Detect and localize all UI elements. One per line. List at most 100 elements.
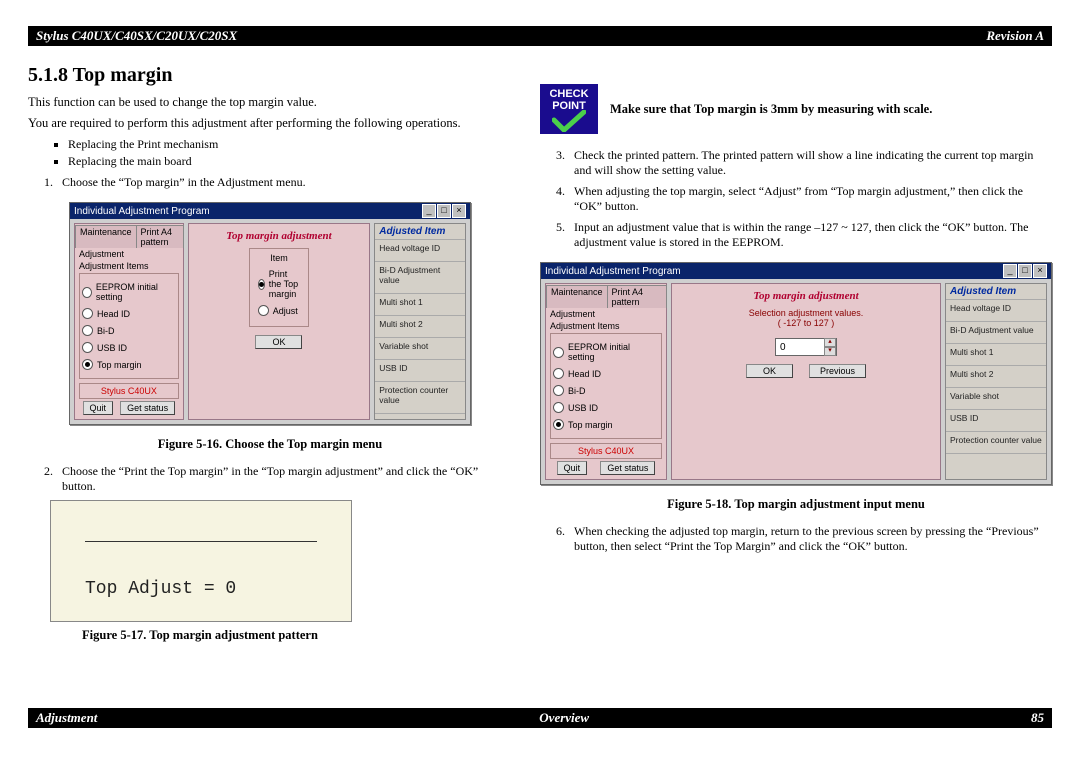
- adjustment-label: Adjustment: [79, 249, 183, 259]
- step-5: Input an adjustment value that is within…: [568, 220, 1052, 250]
- step-2: Choose the “Print the Top margin” in the…: [56, 464, 512, 494]
- tab-maintenance[interactable]: Maintenance: [75, 225, 137, 248]
- adjusted-item-title: Adjusted Item: [375, 224, 465, 240]
- model-label: Stylus C40UX: [550, 443, 662, 459]
- page-header: Stylus C40UX/C40SX/C20UX/C20SX Revision …: [28, 26, 1052, 46]
- step-6: When checking the adjusted top margin, r…: [568, 524, 1052, 554]
- adjusted-item: Multi shot 1: [375, 294, 465, 316]
- adjusted-item: Bi-D Adjustment value: [375, 262, 465, 294]
- prereq-item: Replacing the main board: [68, 154, 512, 169]
- check-point-badge: CHECK POINT: [540, 84, 598, 134]
- item-label: Item: [258, 253, 301, 263]
- maximize-icon[interactable]: □: [437, 204, 451, 218]
- step-4: When adjusting the top margin, select “A…: [568, 184, 1052, 214]
- spinner-up-icon[interactable]: ▴: [824, 338, 836, 347]
- radio-usb-id[interactable]: USB ID: [82, 342, 176, 353]
- tab-print-a4[interactable]: Print A4 pattern: [136, 225, 184, 248]
- check-point-label-1: CHECK: [549, 88, 588, 100]
- adjusted-item: Multi shot 2: [375, 316, 465, 338]
- left-panel: Maintenance Print A4 pattern Adjustment …: [545, 283, 667, 480]
- figure-18-screenshot: Individual Adjustment Program _ □ × Main…: [540, 262, 1052, 485]
- radio-top-margin[interactable]: Top margin: [553, 419, 659, 430]
- quit-button[interactable]: Quit: [557, 461, 588, 475]
- close-icon[interactable]: ×: [1033, 264, 1047, 278]
- quit-button[interactable]: Quit: [83, 401, 114, 415]
- adjusted-item: Head voltage ID: [375, 240, 465, 262]
- check-point-text: Make sure that Top margin is 3mm by meas…: [610, 102, 932, 117]
- figure-17-caption: Figure 5-17. Top margin adjustment patte…: [28, 628, 372, 643]
- printed-text: Top Adjust = 0: [85, 579, 236, 599]
- section-heading: 5.1.8 Top margin: [28, 64, 512, 87]
- panel-title: Top margin adjustment: [189, 230, 370, 242]
- minimize-icon[interactable]: _: [1003, 264, 1017, 278]
- adjusted-item: USB ID: [946, 410, 1046, 432]
- steps-left: Choose the “Top margin” in the Adjustmen…: [46, 175, 512, 190]
- radio-top-margin[interactable]: Top margin: [82, 359, 176, 370]
- figure-16-caption: Figure 5-16. Choose the Top margin menu: [28, 437, 512, 452]
- adjusted-item: Protection counter value: [375, 382, 465, 414]
- prereq-item: Replacing the Print mechanism: [68, 137, 512, 152]
- radio-eeprom[interactable]: EEPROM initial setting: [82, 282, 176, 302]
- radio-eeprom[interactable]: EEPROM initial setting: [553, 342, 659, 362]
- maximize-icon[interactable]: □: [1018, 264, 1032, 278]
- group-label: Adjustment Items: [79, 261, 183, 271]
- footer-right: 85: [1031, 710, 1044, 726]
- check-point-callout: CHECK POINT Make sure that Top margin is…: [540, 84, 932, 134]
- previous-button[interactable]: Previous: [809, 364, 866, 378]
- left-column: 5.1.8 Top margin This function can be us…: [28, 56, 512, 655]
- steps-right: Check the printed pattern. The printed p…: [558, 148, 1052, 250]
- header-left: Stylus C40UX/C40SX/C20UX/C20SX: [36, 28, 237, 44]
- group-label: Adjustment Items: [550, 321, 666, 331]
- window-title: Individual Adjustment Program: [545, 266, 681, 277]
- tab-maintenance[interactable]: Maintenance: [546, 285, 608, 308]
- ok-button[interactable]: OK: [746, 364, 793, 378]
- selection-label: Selection adjustment values.: [712, 308, 900, 318]
- tab-print-a4[interactable]: Print A4 pattern: [607, 285, 667, 308]
- page-footer: Adjustment Overview 85: [28, 708, 1052, 728]
- radio-print-top-margin[interactable]: Print the Top margin: [258, 269, 301, 299]
- window-titlebar: Individual Adjustment Program _ □ ×: [70, 203, 470, 219]
- step-3: Check the printed pattern. The printed p…: [568, 148, 1052, 178]
- footer-left: Adjustment: [36, 710, 97, 726]
- radio-usb-id[interactable]: USB ID: [553, 402, 659, 413]
- right-panel: Adjusted Item Head voltage ID Bi-D Adjus…: [374, 223, 466, 420]
- spinner-down-icon[interactable]: ▾: [824, 347, 836, 356]
- intro-para-2: You are required to perform this adjustm…: [28, 116, 512, 131]
- adjusted-item-title: Adjusted Item: [946, 284, 1046, 300]
- left-panel: Maintenance Print A4 pattern Adjustment …: [74, 223, 184, 420]
- center-panel: Top margin adjustment Item Print the Top…: [188, 223, 371, 420]
- radio-head-id[interactable]: Head ID: [82, 308, 176, 319]
- model-label: Stylus C40UX: [79, 383, 179, 399]
- step-1: Choose the “Top margin” in the Adjustmen…: [56, 175, 512, 190]
- panel-title: Top margin adjustment: [672, 290, 940, 302]
- selection-range: ( -127 to 127 ): [712, 318, 900, 328]
- adjusted-item: Multi shot 2: [946, 366, 1046, 388]
- right-column: CHECK POINT Make sure that Top margin is…: [540, 56, 1052, 655]
- right-panel: Adjusted Item Head voltage ID Bi-D Adjus…: [945, 283, 1047, 480]
- window-title: Individual Adjustment Program: [74, 206, 210, 217]
- window-titlebar: Individual Adjustment Program _ □ ×: [541, 263, 1051, 279]
- figure-18-caption: Figure 5-18. Top margin adjustment input…: [540, 497, 1052, 512]
- get-status-button[interactable]: Get status: [600, 461, 655, 475]
- radio-head-id[interactable]: Head ID: [553, 368, 659, 379]
- adjusted-item: Variable shot: [946, 388, 1046, 410]
- radio-bi-d[interactable]: Bi-D: [553, 385, 659, 396]
- steps-right-2: When checking the adjusted top margin, r…: [558, 524, 1052, 554]
- figure-17-pattern: Top Adjust = 0: [50, 500, 352, 622]
- prereq-list: Replacing the Print mechanism Replacing …: [68, 137, 512, 169]
- adjusted-item: Protection counter value: [946, 432, 1046, 454]
- adjusted-item: Head voltage ID: [946, 300, 1046, 322]
- adjustment-value-input[interactable]: 0 ▴▾: [775, 338, 837, 356]
- close-icon[interactable]: ×: [452, 204, 466, 218]
- radio-bi-d[interactable]: Bi-D: [82, 325, 176, 336]
- adjustment-value: 0: [776, 342, 824, 353]
- ok-button[interactable]: OK: [255, 335, 302, 349]
- radio-adjust[interactable]: Adjust: [258, 305, 301, 316]
- steps-left-2: Choose the “Print the Top margin” in the…: [46, 464, 512, 494]
- footer-center: Overview: [539, 710, 589, 726]
- adjusted-item: Bi-D Adjustment value: [946, 322, 1046, 344]
- adjusted-item: Multi shot 1: [946, 344, 1046, 366]
- minimize-icon[interactable]: _: [422, 204, 436, 218]
- get-status-button[interactable]: Get status: [120, 401, 175, 415]
- header-right: Revision A: [986, 28, 1044, 44]
